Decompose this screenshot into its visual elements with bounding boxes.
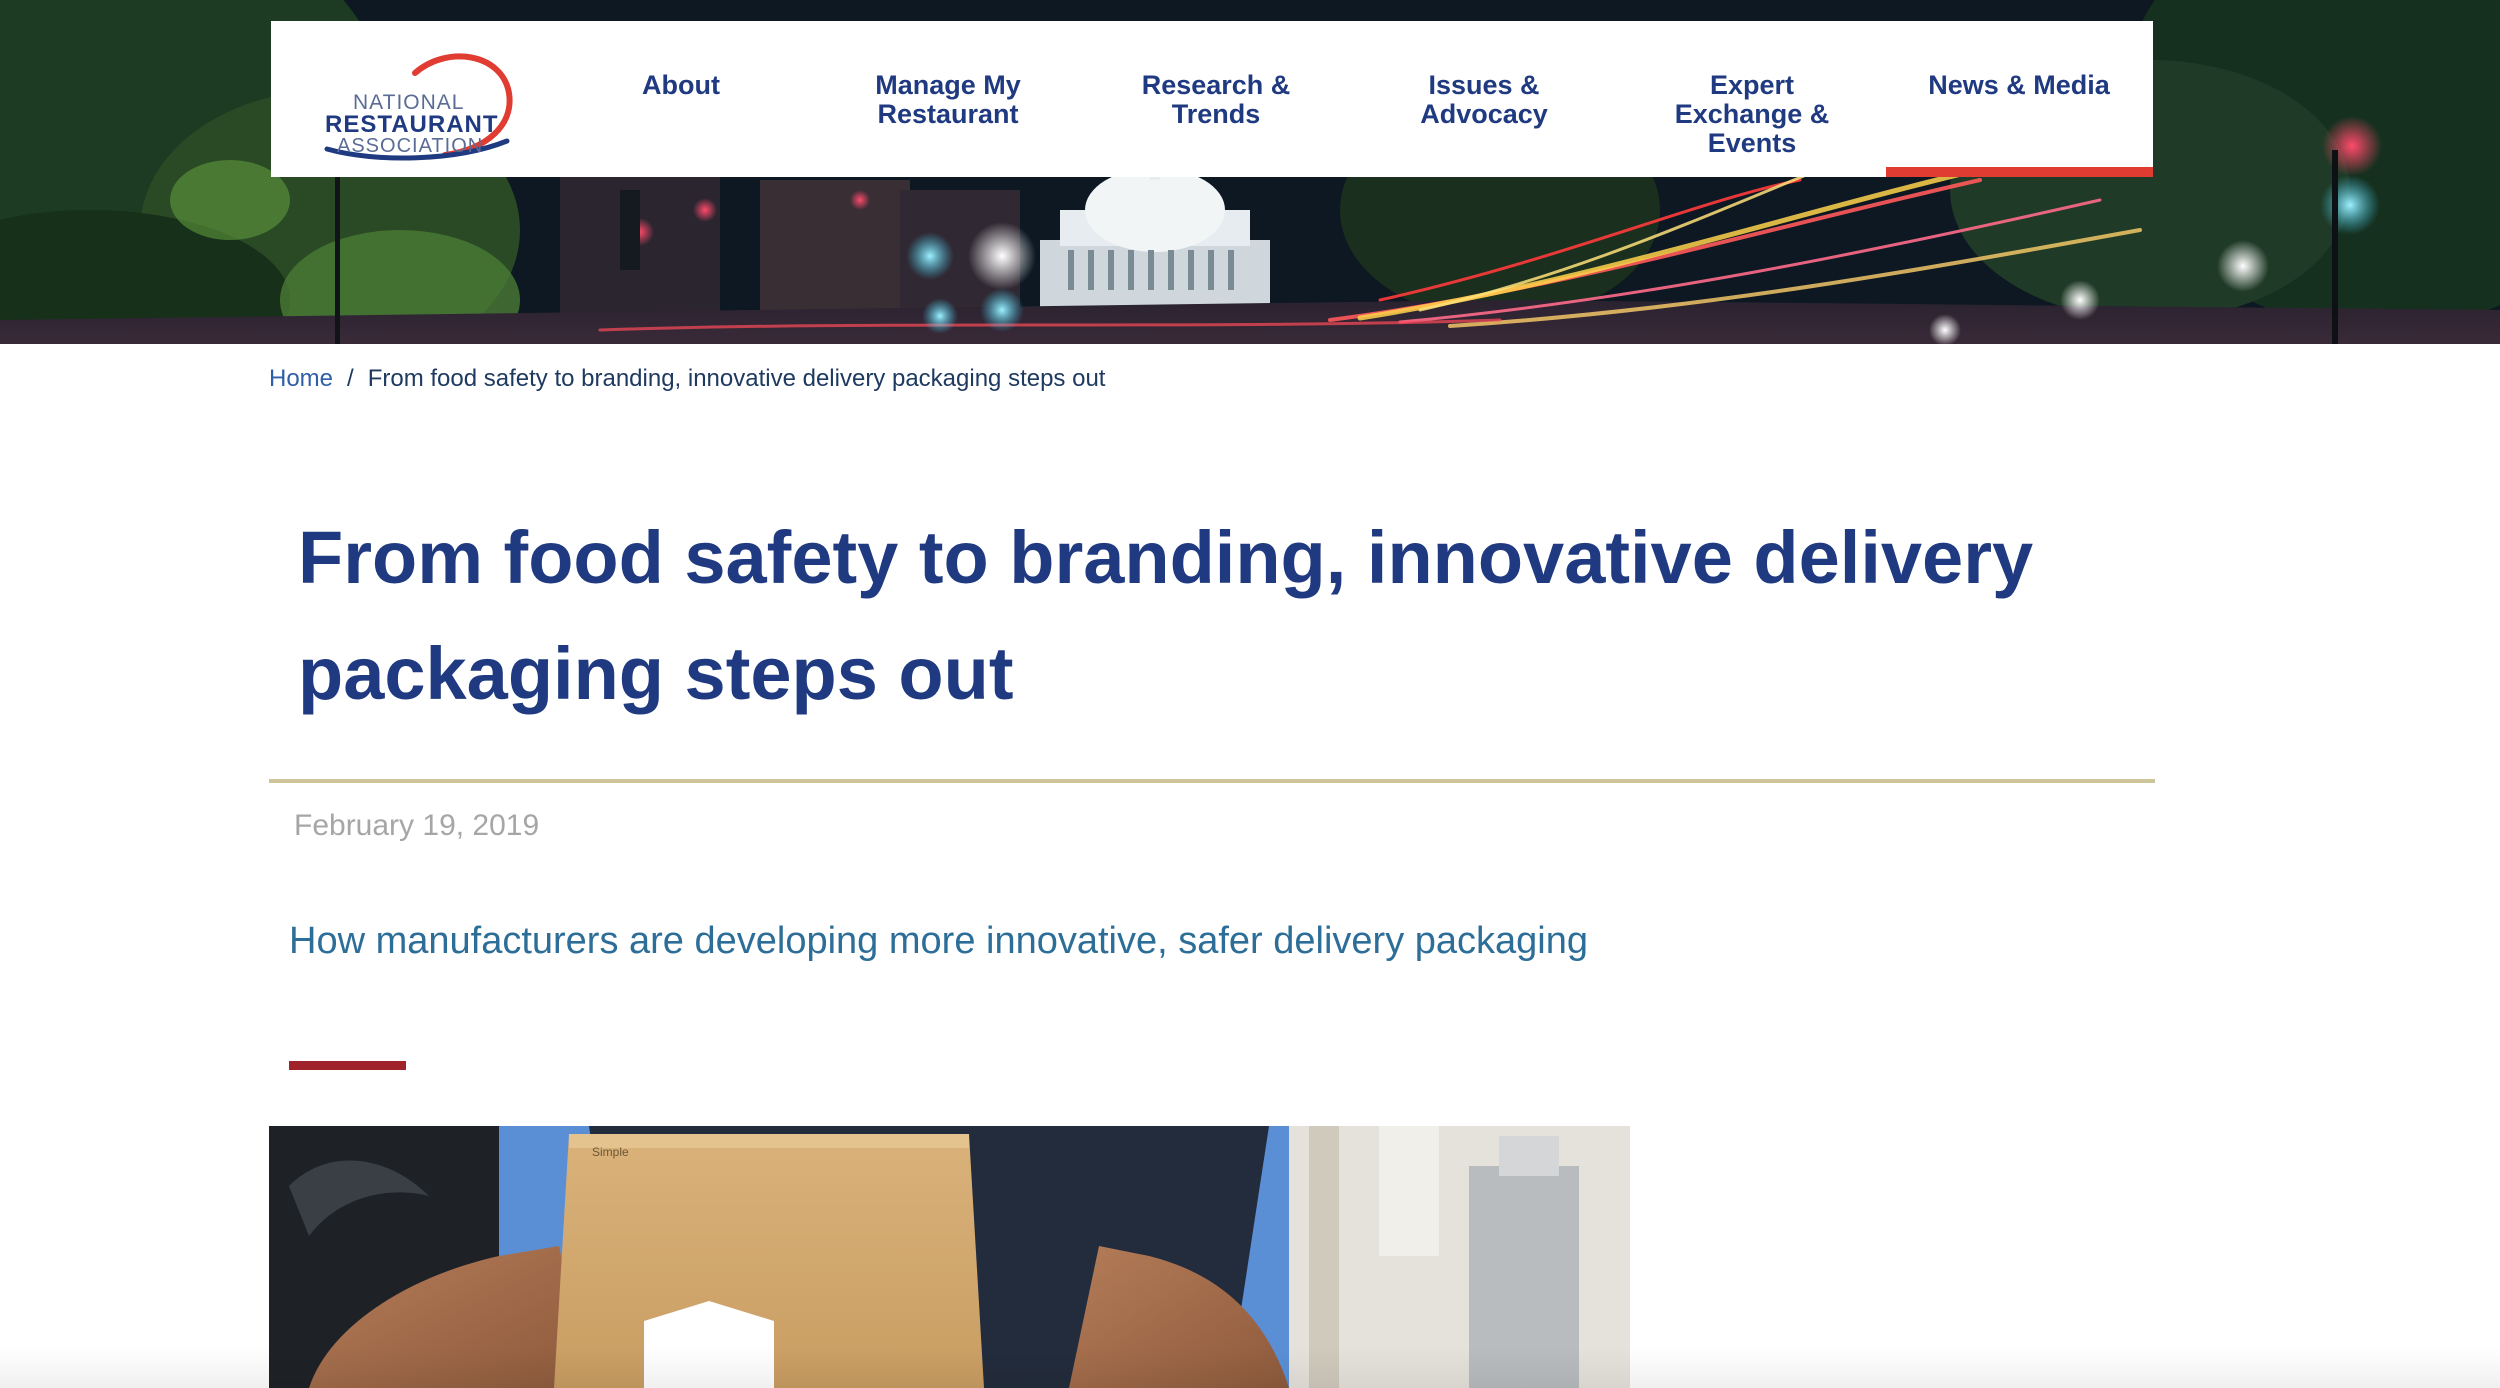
hero-banner: NATIONAL RESTAURANT ASSOCIATION About Ma… bbox=[0, 0, 2500, 344]
nra-logo[interactable]: NATIONAL RESTAURANT ASSOCIATION bbox=[297, 45, 522, 163]
nav-expert-exchange-events[interactable]: Expert Exchange & Events bbox=[1627, 71, 1877, 158]
breadcrumb-home-link[interactable]: Home bbox=[269, 365, 333, 392]
accent-divider bbox=[289, 1061, 406, 1070]
delivery-bag-photo bbox=[269, 1126, 1630, 1388]
logo-text-association: ASSOCIATION bbox=[337, 135, 484, 157]
page-title: From food safety to branding, innovative… bbox=[298, 516, 2034, 715]
nav-about[interactable]: About bbox=[556, 71, 806, 100]
nav-manage-my-restaurant[interactable]: Manage My Restaurant bbox=[823, 71, 1073, 129]
article-date: February 19, 2019 bbox=[294, 809, 540, 842]
nav-issues-advocacy[interactable]: Issues & Advocacy bbox=[1359, 71, 1609, 129]
article-subtitle: How manufacturers are developing more in… bbox=[289, 920, 1589, 962]
breadcrumb-separator: / bbox=[347, 365, 354, 392]
main-navbar: NATIONAL RESTAURANT ASSOCIATION About Ma… bbox=[271, 21, 2153, 177]
title-divider bbox=[269, 779, 2155, 783]
breadcrumb-current: From food safety to branding, innovative… bbox=[367, 365, 1106, 392]
breadcrumb: Home / From food safety to branding, innov… bbox=[269, 364, 1105, 394]
nav-research-trends[interactable]: Research & Trends bbox=[1091, 71, 1341, 129]
article-hero-image: Simple bbox=[269, 1126, 1630, 1388]
bag-brand-text: Simple bbox=[592, 1145, 629, 1159]
nav-news-media[interactable]: News & Media bbox=[1894, 71, 2144, 100]
nav-active-indicator bbox=[1886, 167, 2153, 177]
